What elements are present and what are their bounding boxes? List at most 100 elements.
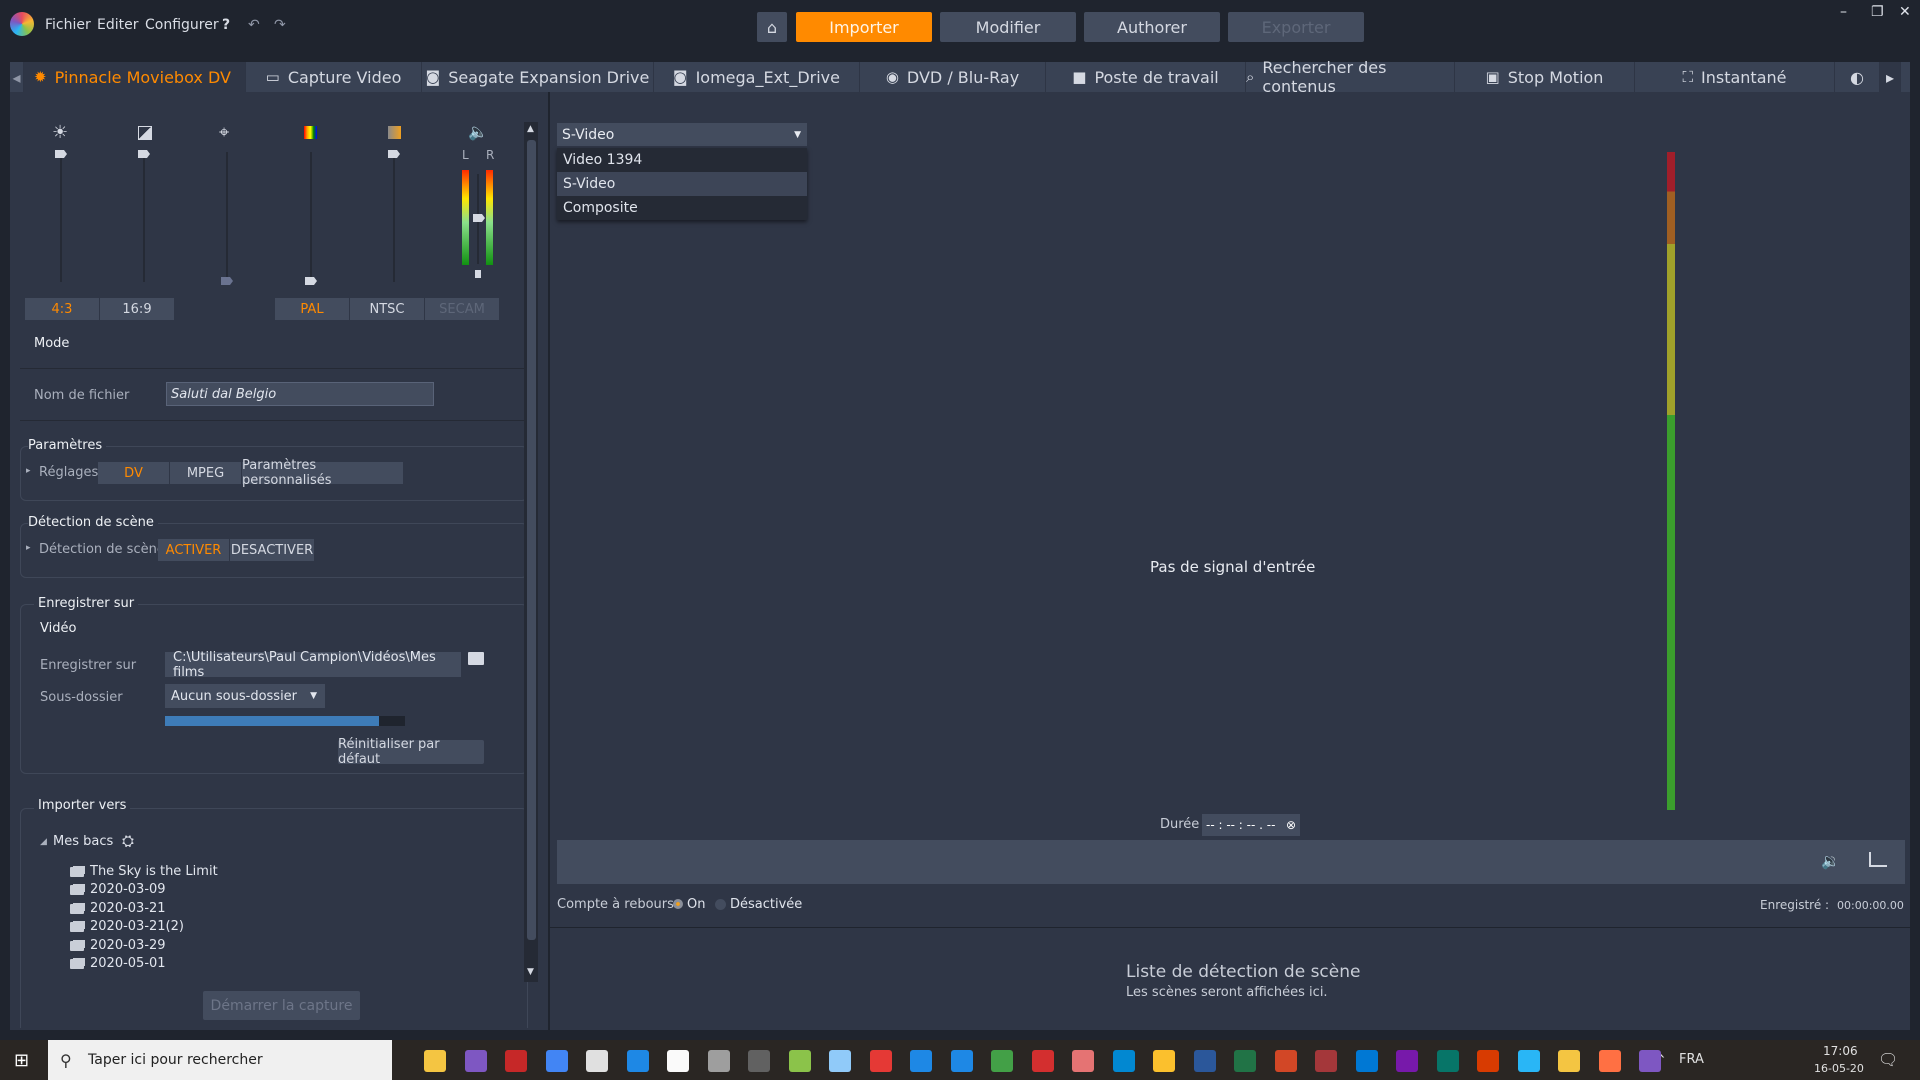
duration-input[interactable]: -- : -- : -- . -- ⊗ bbox=[1202, 814, 1300, 836]
menu-fichier[interactable]: Fichier bbox=[45, 17, 91, 33]
sharpness-slider-thumb[interactable] bbox=[221, 277, 233, 285]
minimize-button[interactable]: – bbox=[1840, 4, 1847, 20]
preset-dv-button[interactable]: DV bbox=[98, 462, 169, 484]
taskbar-app-icon[interactable] bbox=[1031, 1050, 1054, 1072]
scroll-down-icon[interactable]: ▼ bbox=[527, 967, 534, 977]
brightness-slider[interactable] bbox=[60, 152, 62, 282]
standard-ntsc-button[interactable]: NTSC bbox=[350, 298, 424, 320]
mode-authorer-button[interactable]: Authorer bbox=[1084, 12, 1220, 42]
bin-item[interactable]: The Sky is the Limit bbox=[70, 864, 218, 879]
source-tab-stop-motion[interactable]: ▣ Stop Motion bbox=[1455, 62, 1635, 92]
sharpness-slider[interactable] bbox=[226, 152, 228, 282]
aspect-4-3-button[interactable]: 4:3 bbox=[25, 298, 99, 320]
scene-activate-button[interactable]: ACTIVER bbox=[158, 539, 229, 561]
close-button[interactable]: ✕ bbox=[1899, 4, 1911, 20]
collapse-arrow-icon[interactable]: ◢ bbox=[40, 837, 47, 847]
scrollbar-thumb[interactable] bbox=[527, 140, 536, 940]
taskbar-app-icon[interactable] bbox=[910, 1050, 932, 1072]
countdown-on-radio[interactable] bbox=[673, 899, 683, 909]
taskbar-app-icon[interactable] bbox=[464, 1050, 487, 1072]
taskbar-app-icon[interactable] bbox=[1558, 1050, 1580, 1072]
source-tab-seagate[interactable]: ◙ Seagate Expansion Drive bbox=[422, 62, 654, 92]
standard-secam-button[interactable]: SECAM bbox=[425, 298, 499, 320]
taskbar-app-icon[interactable] bbox=[1436, 1050, 1459, 1072]
scene-deactivate-button[interactable]: DESACTIVER bbox=[230, 539, 314, 561]
home-button[interactable]: ⌂ bbox=[757, 12, 787, 42]
source-tab-iomega[interactable]: ◙ Iomega_Ext_Drive bbox=[654, 62, 860, 92]
clear-icon[interactable]: ⊗ bbox=[1286, 818, 1296, 832]
menu-editer[interactable]: Editer bbox=[97, 17, 138, 33]
taskbar-app-icon[interactable] bbox=[1598, 1050, 1621, 1072]
bin-item[interactable]: 2020-03-09 bbox=[70, 882, 166, 897]
taskbar-app-icon[interactable] bbox=[1396, 1050, 1418, 1072]
taskbar-app-icon[interactable] bbox=[950, 1050, 973, 1072]
taskbar-search-input[interactable]: ⚲ Taper ici pour rechercher bbox=[48, 1040, 392, 1080]
countdown-off-radio[interactable] bbox=[715, 899, 726, 910]
taskbar-app-icon[interactable] bbox=[667, 1050, 689, 1072]
dropdown-option-s-video[interactable]: S-Video bbox=[557, 172, 807, 196]
contrast-slider[interactable] bbox=[143, 152, 145, 282]
dropdown-option-composite[interactable]: Composite bbox=[557, 196, 807, 220]
notifications-icon[interactable]: 🗨 bbox=[1878, 1050, 1898, 1069]
browse-folder-icon[interactable] bbox=[468, 652, 484, 665]
taskbar-app-icon[interactable] bbox=[1072, 1050, 1094, 1072]
taskbar-app-icon[interactable] bbox=[1517, 1050, 1540, 1072]
preset-custom-button[interactable]: Paramètres personnalisés bbox=[242, 458, 403, 488]
volume-icon[interactable]: 🔉 bbox=[1821, 852, 1840, 870]
taskbar-app-icon[interactable] bbox=[505, 1050, 527, 1072]
clock-time[interactable]: 17:06 bbox=[1823, 1044, 1858, 1058]
input-source-select[interactable]: S-Video ▼ bbox=[557, 123, 807, 146]
taskbar-app-icon[interactable] bbox=[991, 1050, 1013, 1072]
expand-arrow-icon[interactable]: ▸ bbox=[26, 466, 31, 476]
mode-exporter-button[interactable]: Exporter bbox=[1228, 12, 1364, 42]
taskbar-app-icon[interactable] bbox=[788, 1050, 811, 1072]
scroll-up-icon[interactable]: ▲ bbox=[527, 124, 534, 134]
source-tab-pinnacle[interactable]: ✹ Pinnacle Moviebox DV bbox=[24, 62, 246, 92]
save-path-input[interactable]: C:\Utilisateurs\Paul Campion\Vidéos\Mes … bbox=[165, 650, 461, 680]
tree-root-my-bins[interactable]: Mes bacs bbox=[53, 834, 113, 849]
subfolder-select[interactable]: Aucun sous-dossier ▼ bbox=[165, 684, 325, 708]
taskbar-app-icon[interactable] bbox=[1274, 1050, 1297, 1072]
hue-slider[interactable] bbox=[310, 152, 312, 282]
hue-slider-thumb[interactable] bbox=[305, 277, 317, 285]
aspect-16-9-button[interactable]: 16:9 bbox=[100, 298, 174, 320]
source-tab-instantane[interactable]: ⛶ Instantané bbox=[1635, 62, 1835, 92]
taskbar-app-icon[interactable] bbox=[626, 1050, 649, 1072]
redo-icon[interactable]: ↷ bbox=[274, 17, 286, 33]
add-bin-icon[interactable]: ⛭ bbox=[122, 832, 134, 850]
dropdown-option-video-1394[interactable]: Video 1394 bbox=[557, 148, 807, 172]
taskbar-app-icon[interactable] bbox=[1234, 1050, 1256, 1072]
saturation-slider[interactable] bbox=[393, 152, 395, 282]
taskbar-app-icon[interactable] bbox=[1639, 1050, 1661, 1072]
taskbar-app-icon[interactable] bbox=[1153, 1050, 1175, 1072]
taskbar-app-icon[interactable] bbox=[1477, 1050, 1499, 1072]
reset-defaults-button[interactable]: Réinitialiser par défaut bbox=[338, 737, 484, 767]
preset-mpeg-button[interactable]: MPEG bbox=[170, 462, 241, 484]
source-tab-poste-de-travail[interactable]: ■ Poste de travail bbox=[1046, 62, 1246, 92]
taskbar-app-icon[interactable] bbox=[586, 1050, 608, 1072]
help-icon[interactable]: ? bbox=[222, 17, 230, 33]
bin-item[interactable]: 2020-03-21(2) bbox=[70, 919, 184, 934]
menu-configurer[interactable]: Configurer bbox=[145, 17, 219, 33]
taskbar-app-icon[interactable] bbox=[1193, 1050, 1216, 1072]
taskbar-app-icon[interactable] bbox=[545, 1050, 568, 1072]
source-tab-dvd[interactable]: ◉ DVD / Blu-Ray bbox=[860, 62, 1046, 92]
saturation-slider-thumb[interactable] bbox=[388, 150, 400, 158]
taskbar-app-icon[interactable] bbox=[1112, 1050, 1135, 1072]
windows-start-icon[interactable]: ⊞ bbox=[14, 1050, 29, 1071]
contrast-slider-thumb[interactable] bbox=[138, 150, 150, 158]
taskbar-app-icon[interactable] bbox=[829, 1050, 851, 1072]
restore-button[interactable]: ❐ bbox=[1871, 4, 1884, 20]
bin-item[interactable]: 2020-03-21 bbox=[70, 901, 166, 916]
bin-item[interactable]: 2020-05-01 bbox=[70, 956, 166, 971]
taskbar-app-icon[interactable] bbox=[748, 1050, 770, 1072]
source-tab-capture-video[interactable]: ▭ Capture Video bbox=[246, 62, 422, 92]
source-tab-rechercher[interactable]: ⌕ Rechercher des contenus bbox=[1246, 58, 1455, 96]
scroll-left-button[interactable]: ◂ bbox=[10, 62, 24, 92]
taskbar-app-icon[interactable] bbox=[869, 1050, 892, 1072]
fullscreen-icon[interactable] bbox=[1869, 852, 1887, 867]
taskbar-app-icon[interactable] bbox=[1355, 1050, 1378, 1072]
clock-date[interactable]: 16-05-20 bbox=[1814, 1062, 1864, 1075]
standard-pal-button[interactable]: PAL bbox=[275, 298, 349, 320]
taskbar-app-icon[interactable] bbox=[707, 1050, 730, 1072]
